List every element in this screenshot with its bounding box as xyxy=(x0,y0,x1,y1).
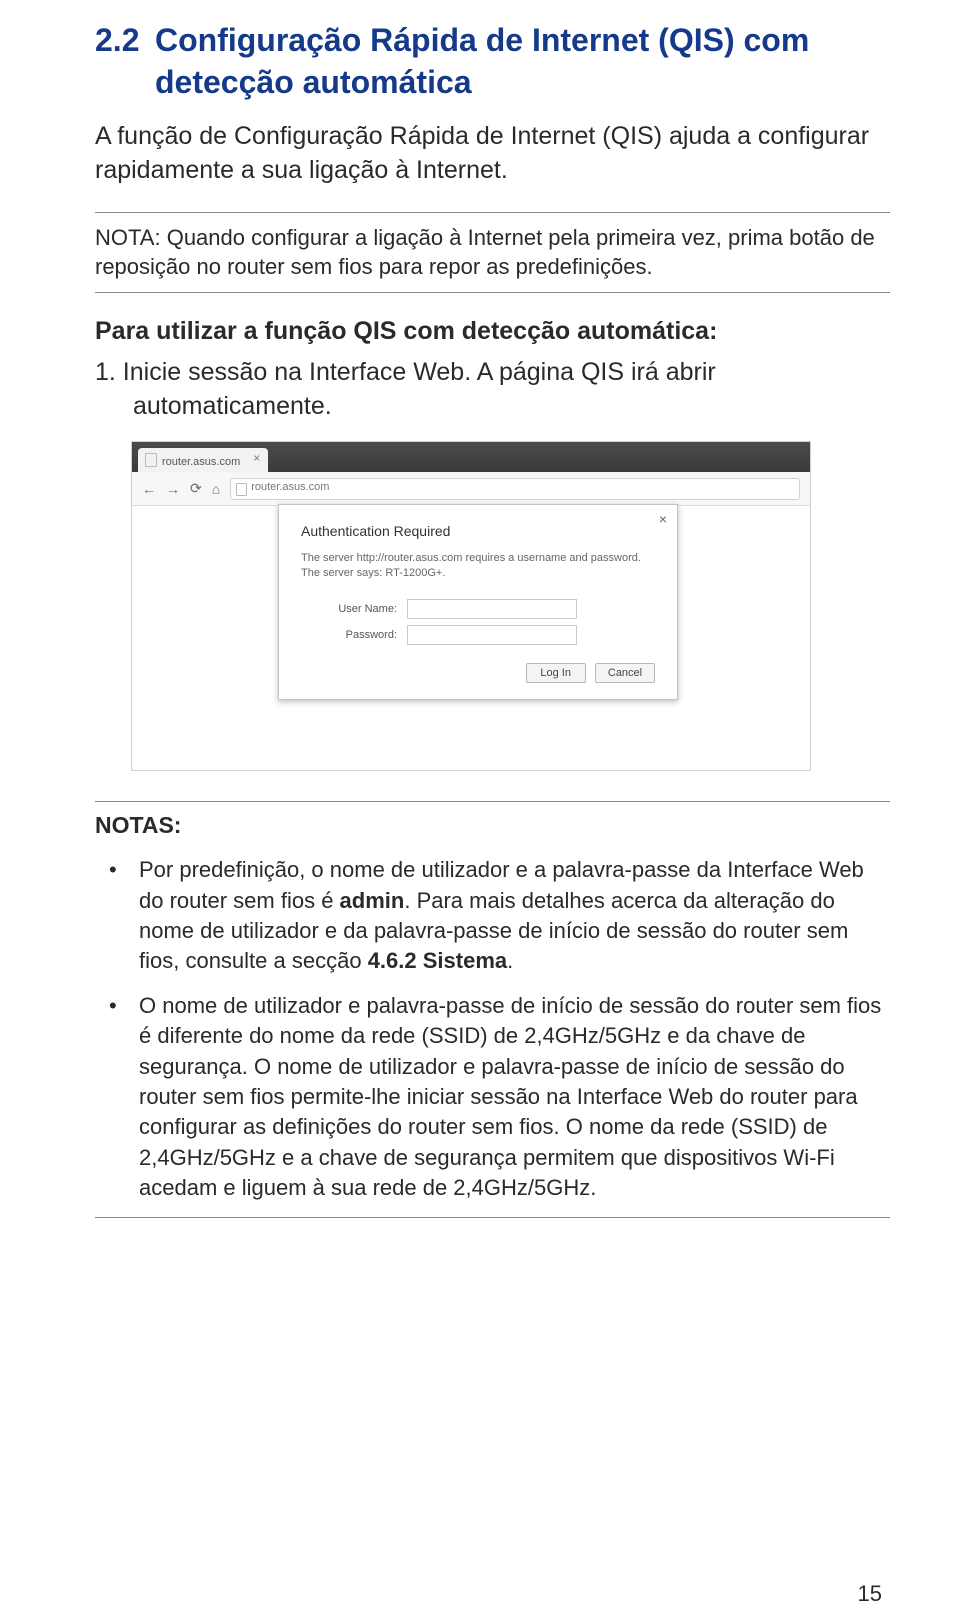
page-number: 15 xyxy=(858,1581,882,1607)
dialog-title: Authentication Required xyxy=(301,523,655,539)
tab-title: router.asus.com xyxy=(162,456,240,468)
note-block: NOTA: Quando configurar a ligação à Inte… xyxy=(95,223,890,282)
qis-subheading: Para utilizar a função QIS com detecção … xyxy=(95,317,890,346)
login-button[interactable]: Log In xyxy=(526,663,586,683)
reload-icon[interactable]: ⟳ xyxy=(190,480,202,497)
dialog-buttons: Log In Cancel xyxy=(301,663,655,683)
browser-tabbar: router.asus.com × xyxy=(132,442,810,472)
dialog-message: The server http://router.asus.com requir… xyxy=(301,551,655,581)
browser-toolbar: ← → ⟳ ⌂ router.asus.com xyxy=(132,472,810,506)
note-text: : Quando configurar a ligação à Internet… xyxy=(95,225,875,280)
username-label: User Name: xyxy=(301,603,397,615)
heading-line2: detecção automática xyxy=(95,62,890,102)
divider xyxy=(95,801,890,802)
notas-item-2: O nome de utilizador e palavra-passe de … xyxy=(95,991,890,1204)
close-icon[interactable]: × xyxy=(659,511,667,527)
username-input[interactable] xyxy=(407,599,577,619)
password-label: Password: xyxy=(301,629,397,641)
forward-icon[interactable]: → xyxy=(166,481,180,497)
auth-dialog: × Authentication Required The server htt… xyxy=(278,504,678,700)
heading-line1: Configuração Rápida de Internet (QIS) co… xyxy=(155,20,855,60)
url-text: router.asus.com xyxy=(251,481,329,493)
address-bar[interactable]: router.asus.com xyxy=(230,478,800,500)
home-icon[interactable]: ⌂ xyxy=(212,481,220,497)
notas-heading: NOTAS: xyxy=(95,812,890,839)
browser-screenshot: router.asus.com × ← → ⟳ ⌂ router.asus.co… xyxy=(131,441,811,771)
section-heading: 2.2Configuração Rápida de Internet (QIS)… xyxy=(95,20,890,102)
browser-tab[interactable]: router.asus.com × xyxy=(138,448,268,472)
step-1: 1. Inicie sessão na Interface Web. A pág… xyxy=(95,356,890,424)
password-input[interactable] xyxy=(407,625,577,645)
cancel-button[interactable]: Cancel xyxy=(595,663,655,683)
divider xyxy=(95,292,890,293)
close-icon[interactable]: × xyxy=(253,451,260,465)
note-label: NOTA xyxy=(95,225,154,250)
divider xyxy=(95,1217,890,1218)
username-row: User Name: xyxy=(301,599,655,619)
divider xyxy=(95,212,890,213)
notas-list: Por predefinição, o nome de utilizador e… xyxy=(95,855,890,1203)
intro-paragraph: A função de Configuração Rápida de Inter… xyxy=(95,120,890,188)
back-icon[interactable]: ← xyxy=(142,481,156,497)
heading-number: 2.2 xyxy=(95,20,155,60)
password-row: Password: xyxy=(301,625,655,645)
notas-item-1: Por predefinição, o nome de utilizador e… xyxy=(95,855,890,976)
